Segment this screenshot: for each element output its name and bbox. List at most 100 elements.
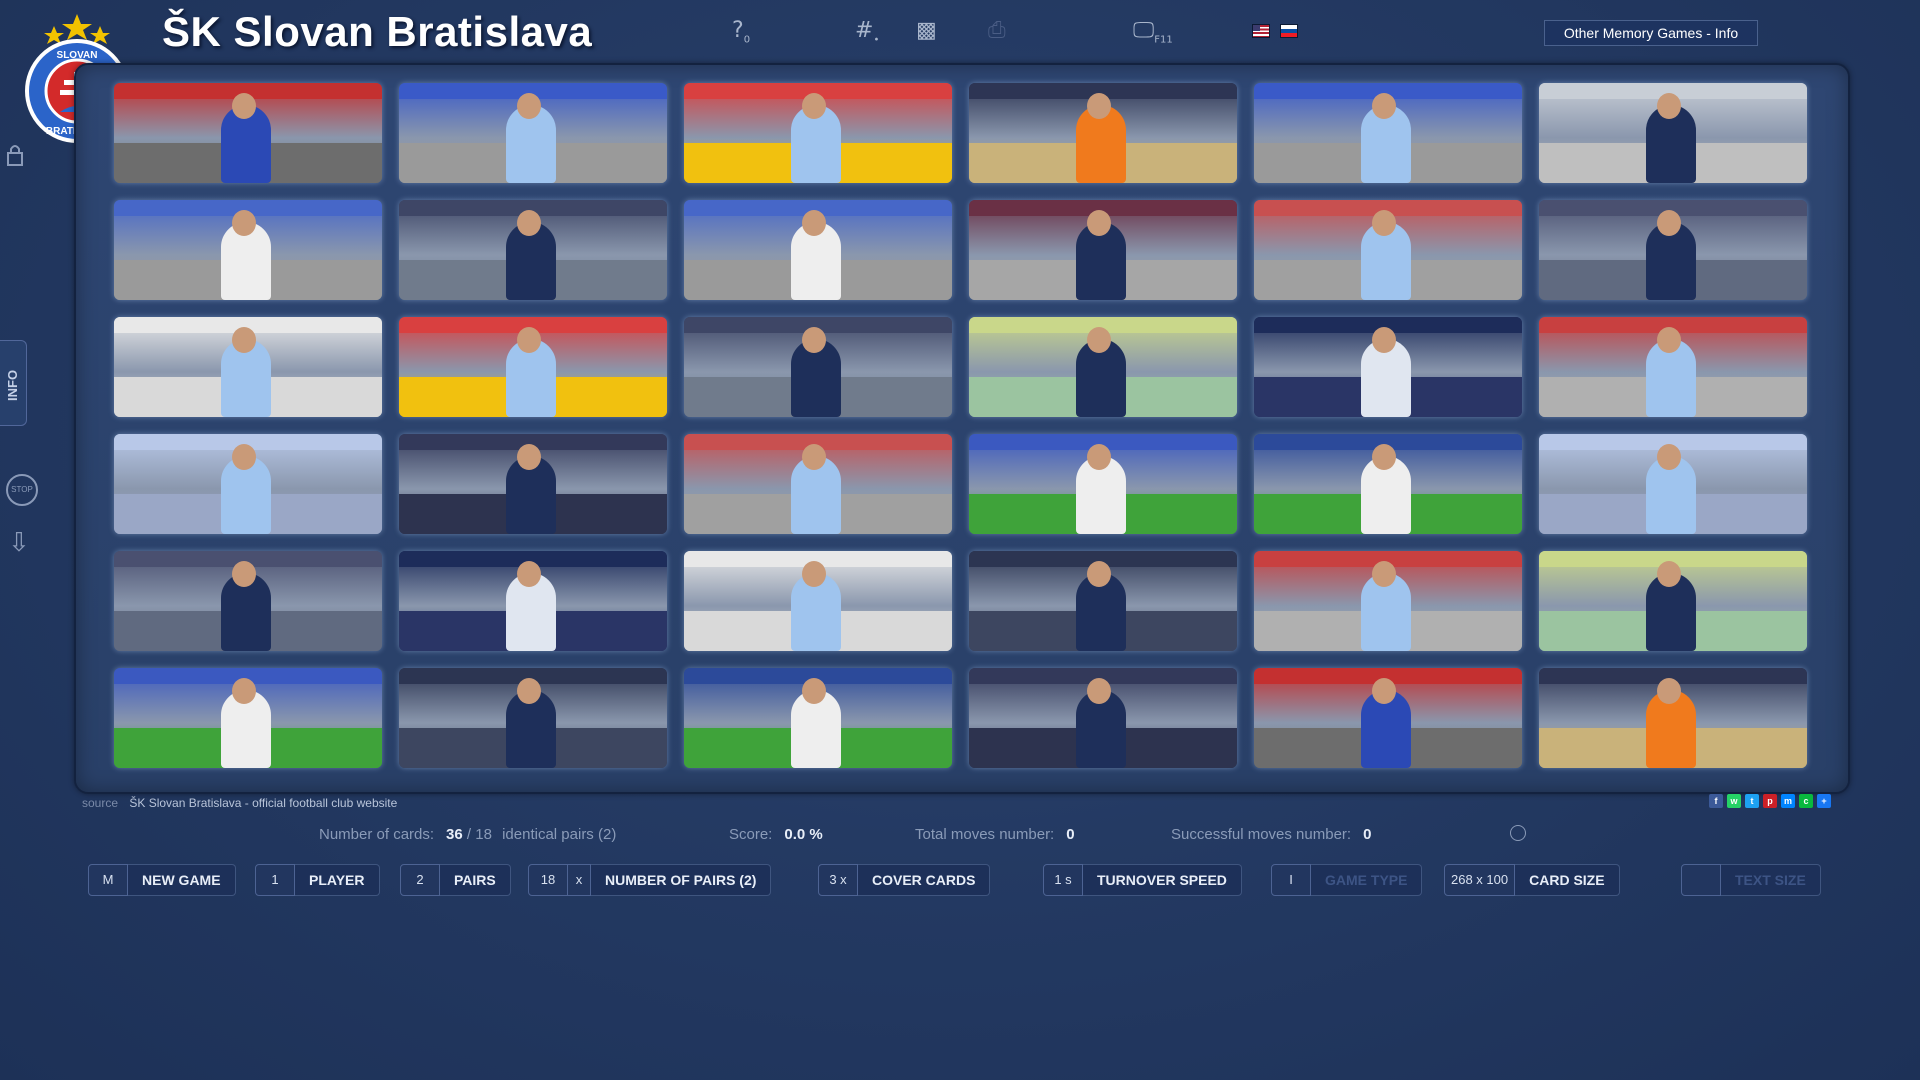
- wechat-icon[interactable]: c: [1799, 794, 1813, 808]
- messenger-icon[interactable]: m: [1781, 794, 1795, 808]
- score-value: 0.0 %: [784, 826, 823, 843]
- memory-card[interactable]: [399, 668, 667, 768]
- memory-card[interactable]: [1539, 83, 1807, 183]
- cards-pairs: identical pairs (2): [502, 826, 617, 843]
- fullscreen-icon[interactable]: 🖵F11: [1133, 18, 1173, 45]
- mosaic-icon[interactable]: ▩: [916, 18, 937, 43]
- memory-card[interactable]: [1539, 434, 1807, 534]
- number-of-pairs-button[interactable]: 18 x NUMBER OF PAIRS (2): [528, 864, 772, 896]
- turnover-speed-button-value: 1 s: [1043, 864, 1083, 896]
- whatsapp-icon[interactable]: w: [1727, 794, 1741, 808]
- number-of-pairs-button-value: 18: [528, 864, 568, 896]
- star-icon: [62, 14, 92, 40]
- lock-icon[interactable]: [6, 143, 24, 167]
- number-of-pairs-button-extra: x: [568, 864, 591, 896]
- total-moves: Total moves number: 0: [915, 826, 1075, 843]
- player-button[interactable]: 1 PLAYER: [255, 864, 380, 896]
- help-count: 0: [743, 34, 751, 46]
- text-size-button-label: TEXT SIZE: [1721, 864, 1821, 896]
- memory-card[interactable]: [969, 434, 1237, 534]
- memory-card[interactable]: [1539, 668, 1807, 768]
- memory-card[interactable]: [1254, 317, 1522, 417]
- memory-card[interactable]: [969, 317, 1237, 417]
- source-label: source: [82, 796, 119, 810]
- facebook-icon[interactable]: f: [1709, 794, 1723, 808]
- pinterest-icon[interactable]: p: [1763, 794, 1777, 808]
- memory-card[interactable]: [114, 83, 382, 183]
- pairs-button[interactable]: 2 PAIRS: [400, 864, 511, 896]
- memory-card[interactable]: [1254, 83, 1522, 183]
- flag-sk-icon[interactable]: [1280, 24, 1298, 38]
- game-type-button: I GAME TYPE: [1271, 864, 1423, 896]
- memory-card[interactable]: [1254, 200, 1522, 300]
- memory-card[interactable]: [684, 434, 952, 534]
- timer-icon[interactable]: [1510, 825, 1526, 841]
- memory-card[interactable]: [399, 317, 667, 417]
- memory-card[interactable]: [1254, 434, 1522, 534]
- memory-card[interactable]: [1539, 200, 1807, 300]
- info-tab-label: INFO: [5, 369, 20, 401]
- share-bar: f w t p m c +: [1709, 794, 1831, 808]
- memory-card[interactable]: [684, 83, 952, 183]
- cover-cards-button[interactable]: 3 x COVER CARDS: [818, 864, 991, 896]
- download-icon[interactable]: ⇩: [8, 528, 30, 558]
- memory-card[interactable]: [399, 83, 667, 183]
- source-text[interactable]: ŠK Slovan Bratislava - official football…: [129, 796, 397, 810]
- new-game-button-label: NEW GAME: [128, 864, 236, 896]
- card-size-button-value: 268 x 100: [1444, 864, 1516, 896]
- memory-card[interactable]: [684, 317, 952, 417]
- total-moves-value: 0: [1066, 826, 1075, 843]
- memory-card[interactable]: [114, 317, 382, 417]
- text-size-button: TEXT SIZE: [1681, 864, 1821, 896]
- flag-en-icon[interactable]: [1252, 24, 1270, 38]
- player-button-label: PLAYER: [295, 864, 380, 896]
- card-size-button[interactable]: 268 x 100 CARD SIZE: [1444, 864, 1620, 896]
- new-game-button-value: M: [88, 864, 128, 896]
- memory-card[interactable]: [1254, 668, 1522, 768]
- other-games-info-button[interactable]: Other Memory Games - Info: [1544, 20, 1758, 46]
- memory-card[interactable]: [114, 200, 382, 300]
- memory-card[interactable]: [969, 668, 1237, 768]
- turnover-speed-button[interactable]: 1 s TURNOVER SPEED: [1043, 864, 1242, 896]
- help-icon[interactable]: ?0: [732, 18, 750, 45]
- pairs-button-label: PAIRS: [440, 864, 511, 896]
- cover-cards-button-label: COVER CARDS: [858, 864, 991, 896]
- addthis-icon[interactable]: +: [1817, 794, 1831, 808]
- page-title: ŠK Slovan Bratislava: [162, 8, 593, 55]
- memory-card[interactable]: [1254, 551, 1522, 651]
- text-size-button-value: [1681, 864, 1721, 896]
- memory-card[interactable]: [399, 551, 667, 651]
- memory-card[interactable]: [1539, 317, 1807, 417]
- grid-number-icon[interactable]: #•: [855, 18, 879, 45]
- memory-card[interactable]: [969, 200, 1237, 300]
- memory-card[interactable]: [969, 83, 1237, 183]
- star-icon: [44, 26, 64, 44]
- score: Score: 0.0 %: [729, 826, 823, 843]
- memory-card[interactable]: [399, 434, 667, 534]
- memory-card[interactable]: [969, 551, 1237, 651]
- memory-card[interactable]: [114, 434, 382, 534]
- memory-card[interactable]: [114, 668, 382, 768]
- cards-label: Number of cards:: [319, 826, 435, 843]
- memory-card[interactable]: [114, 551, 382, 651]
- number-of-pairs-button-label: NUMBER OF PAIRS (2): [591, 864, 772, 896]
- new-game-button[interactable]: M NEW GAME: [88, 864, 236, 896]
- memory-card[interactable]: [684, 551, 952, 651]
- info-tab[interactable]: INFO: [0, 340, 27, 426]
- logo-text-top: SLOVAN: [57, 50, 98, 61]
- memory-card[interactable]: [399, 200, 667, 300]
- cards-total: / 18: [462, 826, 492, 843]
- twitter-icon[interactable]: t: [1745, 794, 1759, 808]
- memory-card[interactable]: [684, 200, 952, 300]
- memory-card[interactable]: [684, 668, 952, 768]
- turnover-speed-button-label: TURNOVER SPEED: [1083, 864, 1242, 896]
- cards-count: Number of cards: 36 / 18 identical pairs …: [319, 826, 616, 843]
- source-line: source ŠK Slovan Bratislava - official f…: [82, 796, 397, 810]
- card-size-button-label: CARD SIZE: [1515, 864, 1620, 896]
- stop-icon[interactable]: STOP: [6, 474, 38, 506]
- game-type-button-value: I: [1271, 864, 1311, 896]
- cover-cards-button-value: 3 x: [818, 864, 858, 896]
- successful-moves: Successful moves number: 0: [1171, 826, 1371, 843]
- memory-card[interactable]: [1539, 551, 1807, 651]
- successful-moves-label: Successful moves number:: [1171, 826, 1352, 843]
